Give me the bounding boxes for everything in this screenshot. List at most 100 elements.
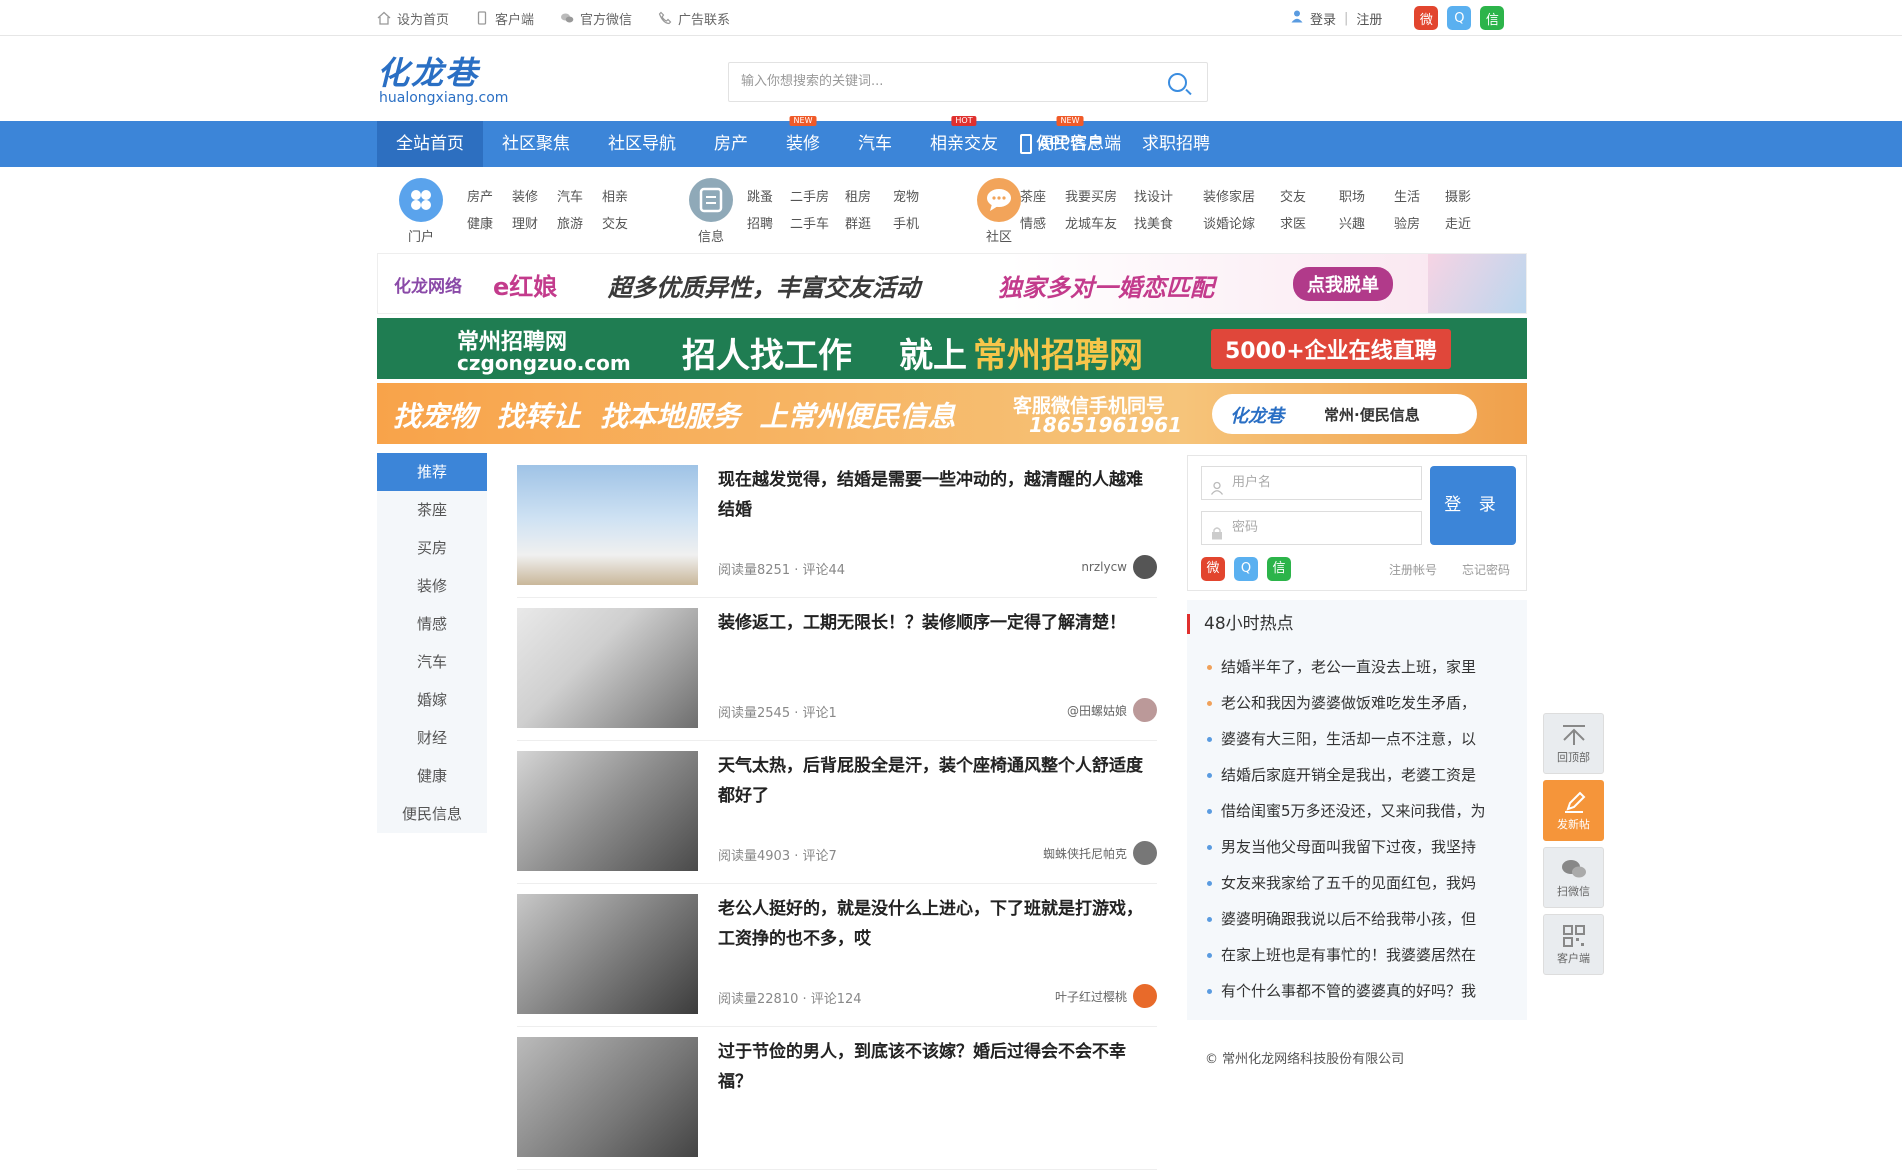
nav-item-1[interactable]: 社区聚焦 bbox=[483, 121, 589, 167]
app-client-link[interactable]: APP客户端 bbox=[1020, 121, 1121, 167]
subnav-link[interactable]: 找美食 bbox=[1134, 213, 1173, 232]
subnav-link[interactable]: 找设计 bbox=[1134, 186, 1173, 205]
category-item[interactable]: 推荐 bbox=[377, 453, 487, 491]
category-item[interactable]: 健康 bbox=[377, 757, 487, 795]
subnav-link[interactable]: 谈婚论嫁 bbox=[1203, 213, 1255, 232]
banner-local-services[interactable]: 找宠物 找转让 找本地服务 上常州便民信息 客服微信手机同号 186519619… bbox=[377, 383, 1527, 444]
hot-topic-item[interactable]: 结婚后家庭开销全是我出，老婆工资是 bbox=[1205, 757, 1505, 793]
subnav-link[interactable]: 汽车 bbox=[557, 186, 583, 205]
post-thumbnail[interactable] bbox=[517, 894, 698, 1014]
login-button[interactable]: 登 录 bbox=[1430, 466, 1516, 545]
post-title[interactable]: 老公人挺好的，就是没什么上进心，下了班就是打游戏，工资挣的也不多，哎 bbox=[718, 894, 1158, 954]
subnav-link[interactable]: 手机 bbox=[893, 213, 919, 232]
search-input[interactable]: 输入你想搜索的关键词... bbox=[728, 62, 1208, 102]
nav-item-8[interactable]: 求职招聘 bbox=[1123, 121, 1229, 167]
subnav-link[interactable]: 我要买房 bbox=[1065, 186, 1117, 205]
post-title[interactable]: 过于节俭的男人，到底该不该嫁？婚后过得会不会不幸福？ bbox=[718, 1037, 1158, 1097]
category-item[interactable]: 便民信息 bbox=[377, 795, 487, 833]
nav-item-2[interactable]: 社区导航 bbox=[589, 121, 695, 167]
client-link[interactable]: 客户端 bbox=[475, 9, 534, 28]
subnav-link[interactable]: 旅游 bbox=[557, 213, 583, 232]
hot-topic-item[interactable]: 借给闺蜜5万多还没还，又来问我借，为 bbox=[1205, 793, 1505, 829]
nav-item-3[interactable]: 房产 bbox=[695, 121, 767, 167]
post-author[interactable]: 蜘蛛侠托尼帕克 bbox=[1043, 841, 1157, 865]
nav-item-5[interactable]: 汽车 bbox=[839, 121, 911, 167]
subnav-link[interactable]: 二手房 bbox=[790, 186, 829, 205]
wechat-login-icon[interactable]: 信 bbox=[1267, 557, 1291, 581]
banner-matchmaking[interactable]: 化龙网络 e红娘 超多优质异性，丰富交友活动 独家多对一婚恋匹配 点我脱单 bbox=[377, 253, 1527, 314]
scan-wechat-button[interactable]: 扫微信 bbox=[1543, 847, 1604, 908]
hot-topic-item[interactable]: 婆婆明确跟我说以后不给我带小孩，但 bbox=[1205, 901, 1505, 937]
community-icon[interactable] bbox=[977, 178, 1021, 222]
post-thumbnail[interactable] bbox=[517, 465, 698, 585]
password-field[interactable]: 密码 bbox=[1201, 511, 1422, 545]
subnav-link[interactable]: 相亲 bbox=[602, 186, 628, 205]
register-account-link[interactable]: 注册帐号 bbox=[1389, 561, 1437, 578]
weibo-icon[interactable]: 微 bbox=[1414, 6, 1439, 30]
subnav-link[interactable]: 群逛 bbox=[845, 213, 871, 232]
subnav-link[interactable]: 装修 bbox=[512, 186, 538, 205]
banner-recruitment[interactable]: 常州招聘网 czgongzuo.com 招人找工作 就上 常州招聘网 5000+… bbox=[377, 318, 1527, 379]
hot-topic-item[interactable]: 老公和我因为婆婆做饭难吃发生矛盾， bbox=[1205, 685, 1505, 721]
search-icon[interactable] bbox=[1168, 73, 1187, 92]
client-qr-button[interactable]: 客户端 bbox=[1543, 914, 1604, 975]
hot-topic-item[interactable]: 女友来我家给了五千的见面红包，我妈 bbox=[1205, 865, 1505, 901]
subnav-link[interactable]: 二手车 bbox=[790, 213, 829, 232]
subnav-link[interactable]: 兴趣 bbox=[1339, 213, 1365, 232]
post-item[interactable]: 装修返工，工期无限长！？装修顺序一定得了解清楚！ 阅读量2545 · 评论1 @田螺… bbox=[517, 598, 1157, 741]
subnav-link[interactable]: 招聘 bbox=[747, 213, 773, 232]
subnav-link[interactable]: 房产 bbox=[467, 186, 493, 205]
back-to-top-button[interactable]: 回顶部 bbox=[1543, 713, 1604, 774]
site-logo[interactable]: 化龙巷 hualongxiang.com bbox=[377, 55, 517, 109]
username-field[interactable]: 用户名 bbox=[1201, 466, 1422, 500]
hot-topic-item[interactable]: 在家上班也是有事忙的！我婆婆居然在 bbox=[1205, 937, 1505, 973]
post-thumbnail[interactable] bbox=[517, 751, 698, 871]
category-item[interactable]: 装修 bbox=[377, 567, 487, 605]
forgot-password-link[interactable]: 忘记密码 bbox=[1462, 561, 1510, 578]
nav-item-4[interactable]: 装修 NEW bbox=[767, 116, 839, 167]
subnav-link[interactable]: 健康 bbox=[467, 213, 493, 232]
qq-login-icon[interactable]: Q bbox=[1234, 557, 1258, 581]
subnav-link[interactable]: 生活 bbox=[1394, 186, 1420, 205]
post-item[interactable]: 过于节俭的男人，到底该不该嫁？婚后过得会不会不幸福？ bbox=[517, 1027, 1157, 1170]
post-author[interactable]: @田螺姑娘 bbox=[1067, 698, 1157, 722]
category-item[interactable]: 汽车 bbox=[377, 643, 487, 681]
hot-topic-item[interactable]: 婆婆有大三阳，生活却一点不注意，以 bbox=[1205, 721, 1505, 757]
subnav-link[interactable]: 验房 bbox=[1394, 213, 1420, 232]
ad-contact-link[interactable]: 广告联系 bbox=[658, 9, 730, 28]
hot-topic-item[interactable]: 有个什么事都不管的婆婆真的好吗？我 bbox=[1205, 973, 1505, 1009]
post-title[interactable]: 天气太热，后背屁股全是汗，装个座椅通风整个人舒适度都好了 bbox=[718, 751, 1158, 811]
subnav-link[interactable]: 装修家居 bbox=[1203, 186, 1255, 205]
post-item[interactable]: 现在越发觉得，结婚是需要一些冲动的，越清醒的人越难结婚 阅读量8251 · 评论4… bbox=[517, 455, 1157, 598]
post-title[interactable]: 装修返工，工期无限长！？装修顺序一定得了解清楚！ bbox=[718, 608, 1158, 638]
subnav-link[interactable]: 情感 bbox=[1020, 213, 1046, 232]
subnav-link[interactable]: 理财 bbox=[512, 213, 538, 232]
post-thumbnail[interactable] bbox=[517, 1037, 698, 1157]
category-item[interactable]: 情感 bbox=[377, 605, 487, 643]
nav-item-6[interactable]: 相亲交友 HOT bbox=[911, 116, 1017, 167]
category-item[interactable]: 财经 bbox=[377, 719, 487, 757]
subnav-link[interactable]: 龙城车友 bbox=[1065, 213, 1117, 232]
subnav-link[interactable]: 茶座 bbox=[1020, 186, 1046, 205]
login-link[interactable]: 登录 bbox=[1310, 9, 1336, 28]
category-item[interactable]: 婚嫁 bbox=[377, 681, 487, 719]
weibo-login-icon[interactable]: 微 bbox=[1201, 557, 1225, 581]
info-icon[interactable] bbox=[689, 178, 733, 222]
subnav-link[interactable]: 宠物 bbox=[893, 186, 919, 205]
category-item[interactable]: 茶座 bbox=[377, 491, 487, 529]
post-thumbnail[interactable] bbox=[517, 608, 698, 728]
wechat-link[interactable]: 官方微信 bbox=[560, 9, 632, 28]
nav-item-0[interactable]: 全站首页 bbox=[377, 121, 483, 167]
subnav-link[interactable]: 交友 bbox=[602, 213, 628, 232]
post-item[interactable]: 天气太热，后背屁股全是汗，装个座椅通风整个人舒适度都好了 阅读量4903 · 评论… bbox=[517, 741, 1157, 884]
new-post-button[interactable]: 发新帖 bbox=[1543, 780, 1604, 841]
post-title[interactable]: 现在越发觉得，结婚是需要一些冲动的，越清醒的人越难结婚 bbox=[718, 465, 1158, 525]
subnav-link[interactable]: 求医 bbox=[1280, 213, 1306, 232]
wechat-share-icon[interactable]: 信 bbox=[1480, 6, 1505, 30]
post-author[interactable]: nrzlycw bbox=[1081, 555, 1157, 579]
set-homepage-link[interactable]: 设为首页 bbox=[377, 9, 449, 28]
hot-topic-item[interactable]: 结婚半年了，老公一直没去上班，家里 bbox=[1205, 649, 1505, 685]
category-item[interactable]: 买房 bbox=[377, 529, 487, 567]
subnav-link[interactable]: 租房 bbox=[845, 186, 871, 205]
subnav-link[interactable]: 摄影 bbox=[1445, 186, 1471, 205]
